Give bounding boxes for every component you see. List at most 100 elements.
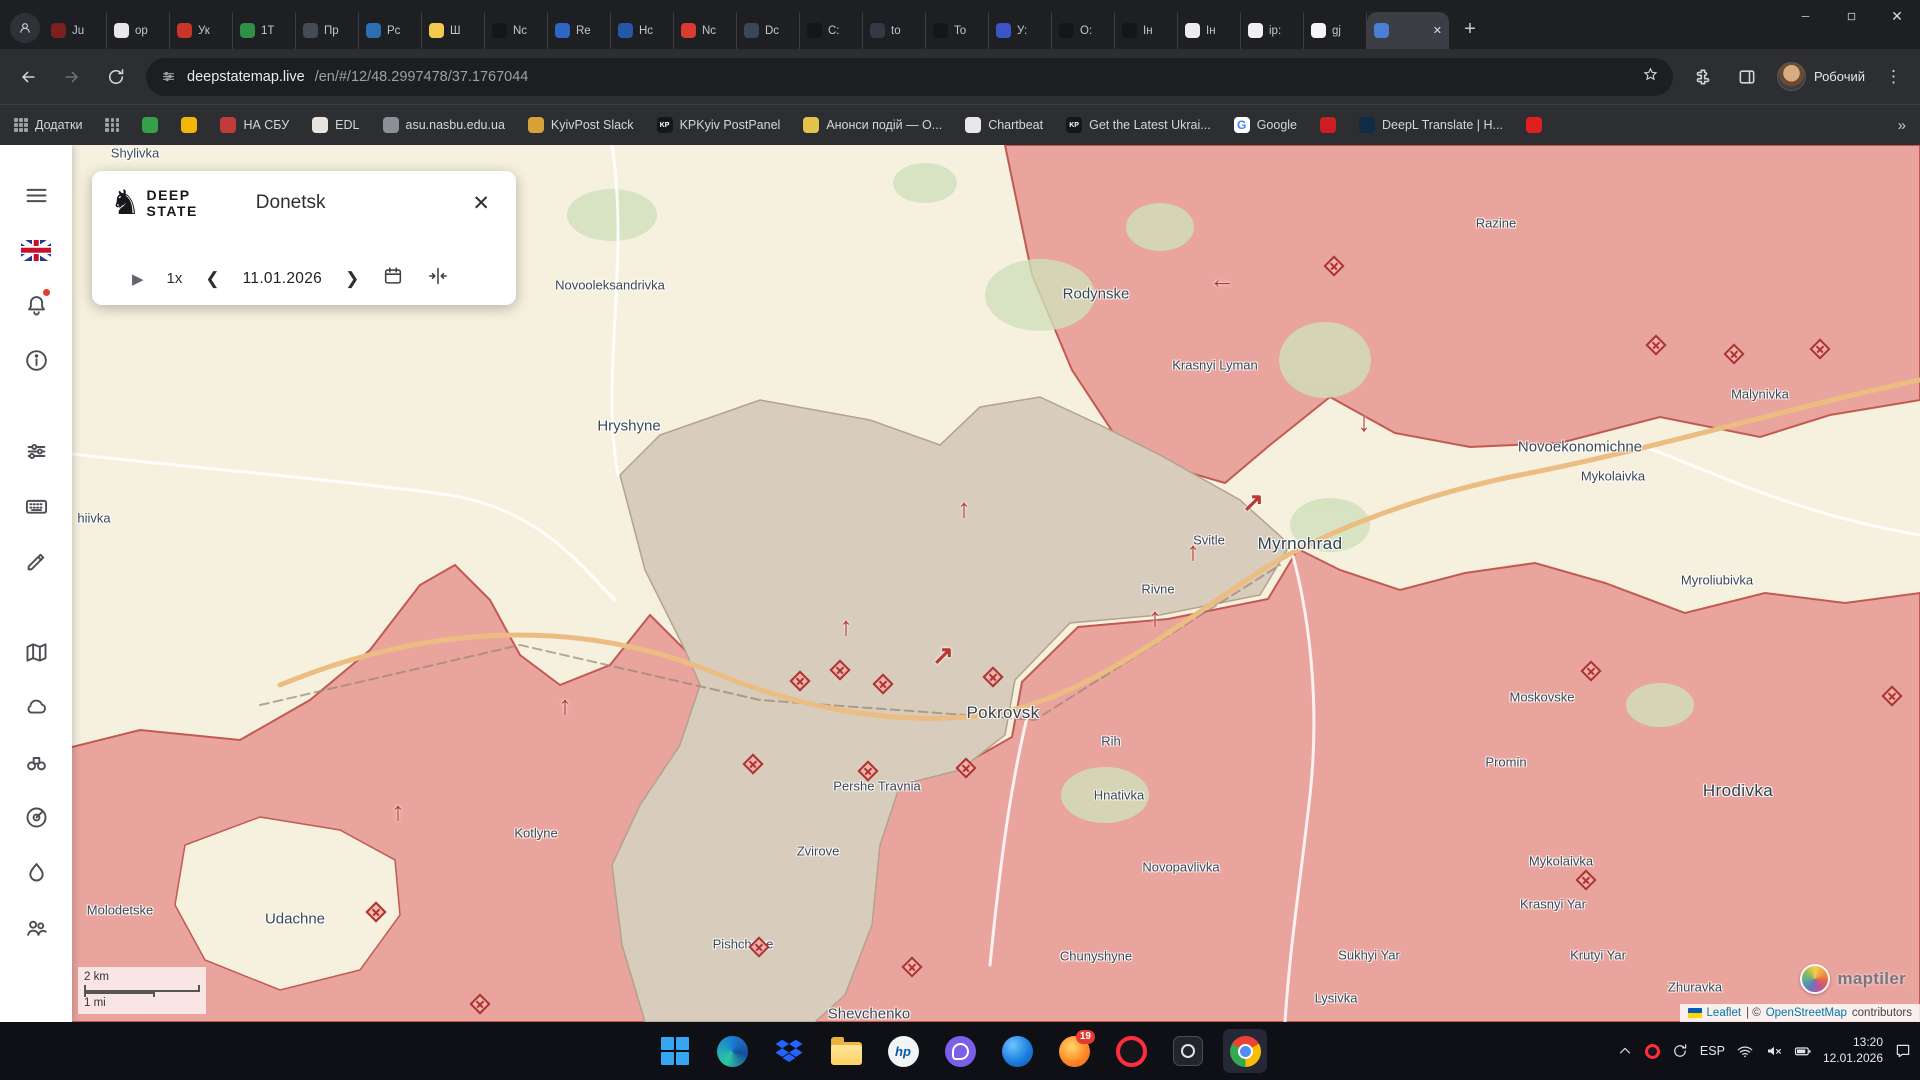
attack-arrow-icon[interactable]: ↑ [840,613,853,639]
bookmark-item[interactable] [1526,117,1542,133]
tray-opera-icon[interactable] [1645,1044,1660,1059]
profile-chip[interactable]: Робочий [1773,62,1869,91]
taskbar-windows-start[interactable] [653,1029,697,1073]
tab[interactable]: Re [548,12,611,49]
attack-arrow-icon[interactable]: ↑ [392,798,405,824]
bookmark-item[interactable]: DeepL Translate | H... [1359,117,1503,133]
volume-button[interactable] [1765,1042,1783,1060]
tab-search-icon[interactable] [10,13,40,43]
attack-arrow-icon[interactable]: ↑ [559,692,572,718]
side-panel-button[interactable] [1729,59,1765,95]
tab[interactable]: Nc [674,12,737,49]
sidebar-radar-icon[interactable] [16,797,56,837]
attack-arrow-icon[interactable]: ↗ [932,642,954,668]
bookmark-item[interactable]: KPGet the Latest Ukrai... [1066,117,1211,133]
play-button[interactable]: ▶ [132,270,144,288]
wifi-button[interactable] [1736,1042,1754,1060]
back-button[interactable] [10,59,46,95]
tab[interactable]: Ш [422,12,485,49]
taskbar-file-explorer[interactable] [824,1029,868,1073]
leaflet-link[interactable]: Leaflet [1707,1007,1742,1019]
attack-arrow-icon[interactable]: ↑ [958,495,971,521]
minimize-button[interactable] [1782,0,1828,33]
bookmark-item[interactable]: KyivPost Slack [528,117,634,133]
taskbar-viber[interactable] [938,1029,982,1073]
taskbar-dropbox[interactable] [767,1029,811,1073]
maximize-button[interactable] [1828,0,1874,33]
clock[interactable]: 13:20 12.01.2026 [1823,1035,1883,1066]
prev-date-button[interactable]: ❮ [205,269,219,289]
bookmark-item[interactable]: НА СБУ [220,117,289,133]
tab[interactable]: Ju [44,12,107,49]
tab[interactable]: op [107,12,170,49]
bookmark-star-button[interactable] [1642,66,1659,87]
sidebar-bell-icon[interactable] [16,285,56,325]
sidebar-adjustments-icon[interactable] [16,431,56,471]
bookmark-item[interactable] [1320,117,1336,133]
playback-speed[interactable]: 1x [167,270,183,287]
bookmark-item[interactable]: Анонси подій — О... [803,117,942,133]
attack-arrow-icon[interactable]: ↗ [1242,489,1264,515]
sidebar-menu-icon[interactable] [16,175,56,215]
taskbar-browser-orange[interactable]: 19 [1052,1029,1096,1073]
browser-menu-button[interactable]: ⋮ [1877,67,1910,87]
tab[interactable]: ip: [1241,12,1304,49]
sidebar-info-icon[interactable] [16,340,56,380]
taskbar-chrome[interactable] [1223,1029,1267,1073]
reload-button[interactable] [98,59,134,95]
forward-button[interactable] [54,59,90,95]
attack-arrow-icon[interactable]: ← [1209,266,1235,292]
tab[interactable]: Hc [611,12,674,49]
sidebar-droplet-icon[interactable] [16,852,56,892]
tab[interactable]: C: [800,12,863,49]
taskbar-opera[interactable] [1109,1029,1153,1073]
tab[interactable]: Пр [296,12,359,49]
bookmark-item[interactable]: asu.nasbu.edu.ua [383,117,505,133]
panel-close-button[interactable]: ✕ [466,189,496,218]
sidebar-binoculars-icon[interactable] [16,742,56,782]
tab[interactable]: To [926,12,989,49]
sidebar-group-icon[interactable] [16,907,56,947]
tab[interactable]: Ін [1178,12,1241,49]
bookmark-item[interactable] [181,117,197,133]
tab[interactable]: 1Т [233,12,296,49]
tray-sync-icon[interactable] [1671,1042,1689,1060]
tab[interactable]: Nc [485,12,548,49]
taskbar-dark-app[interactable] [1166,1029,1210,1073]
address-bar[interactable]: deepstatemap.live /en/#/12/48.2997478/37… [146,58,1673,96]
tab-active[interactable]: ✕ [1367,12,1449,49]
sidebar-map-layers-icon[interactable] [16,632,56,672]
tab[interactable]: У: [989,12,1052,49]
taskbar-hp[interactable]: hp [881,1029,925,1073]
current-date[interactable]: 11.01.2026 [243,270,322,288]
sidebar-uk-flag-icon[interactable] [16,230,56,270]
osm-link[interactable]: OpenStreetMap [1766,1007,1847,1019]
new-tab-button[interactable]: + [1455,14,1485,44]
notifications-button[interactable] [1894,1042,1912,1060]
bookmarks-overflow-button[interactable]: » [1898,117,1906,134]
sidebar-cloud-icon[interactable] [16,687,56,727]
extensions-button[interactable] [1685,59,1721,95]
taskbar-browser-blue[interactable] [995,1029,1039,1073]
bookmark-item[interactable]: EDL [312,117,359,133]
calendar-button[interactable] [382,265,404,292]
tab-close-icon[interactable]: ✕ [1433,24,1442,37]
map-canvas[interactable]: ShylivkaNovooleksandrivkaRodynskeRazineK… [0,145,1920,1022]
bookmark-item[interactable] [105,118,119,132]
tab[interactable]: gj [1304,12,1367,49]
bookmark-item[interactable]: GGoogle [1234,117,1297,133]
tray-expand-icon[interactable] [1616,1042,1634,1060]
tab[interactable]: to [863,12,926,49]
attack-arrow-icon[interactable]: ↑ [1149,604,1162,630]
attack-arrow-icon[interactable]: ↓ [1358,409,1371,435]
tab[interactable]: Dc [737,12,800,49]
battery-button[interactable] [1794,1042,1812,1060]
next-date-button[interactable]: ❯ [345,269,359,289]
bookmark-item[interactable]: KPKPKyiv PostPanel [657,117,781,133]
sidebar-keyboard-icon[interactable] [16,486,56,526]
close-button[interactable]: ✕ [1874,0,1920,33]
keyboard-layout-indicator[interactable]: ESP [1700,1044,1725,1058]
bookmark-item[interactable] [142,117,158,133]
tab[interactable]: Ук [170,12,233,49]
tab[interactable]: Ін [1115,12,1178,49]
